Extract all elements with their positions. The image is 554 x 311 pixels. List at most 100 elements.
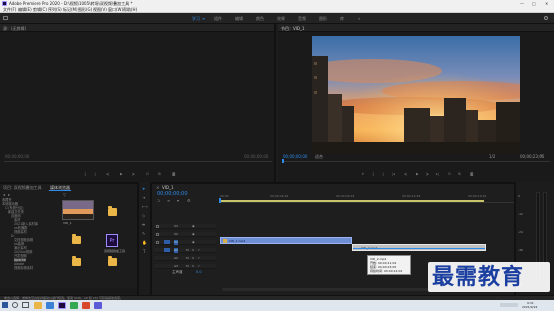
sequence-tab[interactable]: VID_1 [162,185,174,190]
track-header-v3[interactable]: V3 ◉ [154,224,216,229]
menu-clip[interactable]: 剪辑(C) [33,7,47,12]
track-select-tool-icon[interactable]: ⇥ [142,196,145,200]
fit-dropdown[interactable]: 适合 [315,154,323,159]
playhead-marker[interactable] [282,159,284,163]
slip-tool-icon[interactable]: ⇼ [142,223,145,227]
step-back-icon[interactable]: ◂| [404,172,407,176]
eye-icon[interactable]: ◉ [192,224,195,229]
quality-dropdown[interactable]: 1/2 [489,154,495,159]
selection-tool-icon[interactable]: ➤ [142,187,145,191]
file-explorer-icon[interactable] [34,302,42,309]
mic-icon[interactable]: ♪ [198,264,200,269]
folder-icon[interactable] [72,234,81,244]
export-frame-icon[interactable]: ◙ [172,172,175,176]
workspace-more-icon[interactable]: » [358,16,360,21]
eye-icon[interactable]: ◉ [192,240,195,245]
source-patch-a1[interactable] [164,248,170,252]
workspace-learning[interactable]: 学习 [192,16,200,22]
mark-in-icon[interactable]: { [84,172,86,176]
program-monitor-tab[interactable]: 节目：VID_1 [281,26,305,31]
solo-button[interactable]: S [192,256,194,261]
forward-icon[interactable]: ▸ [8,193,10,197]
work-area-bar[interactable] [219,200,484,202]
back-icon[interactable]: ◂ [3,193,5,197]
add-marker-icon[interactable]: ▾ [177,199,179,203]
menu-graphics[interactable]: 图形(G) [78,7,92,12]
windows-start-icon[interactable] [2,302,8,308]
master-volume-value[interactable]: 0.0 [196,270,202,275]
workspace-effects[interactable]: 效果 [277,16,285,22]
search-taskbar-icon[interactable] [12,302,18,308]
step-forward-icon[interactable]: |▸ [132,172,135,176]
extract-icon[interactable]: ⊞ [458,172,461,176]
tree-item[interactable]: 视频剪辑素材 [14,266,33,270]
pen-tool-icon[interactable]: ✎ [142,232,145,236]
play-icon[interactable]: ▶ [416,172,419,176]
menu-help[interactable]: 帮助(H) [123,7,137,12]
workspace-graphics[interactable]: 图形 [319,16,327,22]
track-header-a1[interactable]: A1 M S ♪ [154,248,216,253]
mute-button[interactable]: M [186,248,189,253]
mute-button[interactable]: M [186,264,189,269]
menu-file[interactable]: 文件(F) [3,7,16,12]
source-scrubber[interactable] [4,161,272,162]
home-icon[interactable] [3,16,8,20]
minimize-button[interactable]: — [520,1,524,6]
workspace-color[interactable]: 颜色 [256,16,264,22]
mic-icon[interactable]: ♪ [198,256,200,261]
folder-icon[interactable] [72,256,81,266]
tray-icons[interactable] [500,303,518,307]
browser-icon[interactable] [46,302,54,309]
track-header-a2[interactable]: A2 M S ♪ [154,256,216,261]
mic-icon[interactable]: ♪ [198,248,200,253]
program-scrubber[interactable] [282,161,550,162]
tree-item[interactable]: 视频素材 [14,230,27,234]
search-icon[interactable] [544,16,548,20]
workspace-audio[interactable]: 音频 [298,16,306,22]
playhead[interactable] [219,198,221,203]
source-patch-v1[interactable] [164,240,170,244]
chat-app-icon[interactable] [70,302,78,309]
snap-icon[interactable]: ⊃ [157,199,160,203]
menu-sequence[interactable]: 序列(S) [48,7,62,12]
camera-icon[interactable]: ◙ [470,172,473,176]
lift-icon[interactable]: ⊡ [448,172,451,176]
close-sequence-icon[interactable]: ✕ [156,185,159,190]
media-app-icon[interactable] [82,302,90,309]
filter-icon[interactable]: ▽ [63,193,66,197]
timeline-settings-icon[interactable]: ⚙ [187,199,191,203]
solo-button[interactable]: S [192,248,194,253]
close-button[interactable]: ✕ [545,1,548,6]
folder-icon[interactable] [108,256,117,266]
menu-marker[interactable]: 标记(M) [63,7,78,12]
go-to-out-icon[interactable]: ▸| [436,172,439,176]
settings-wrench-icon[interactable]: ⚙ [540,154,543,158]
task-view-icon[interactable] [22,302,29,308]
razor-tool-icon[interactable]: ◇ [142,214,145,218]
linked-selection-icon[interactable]: ∞ [167,199,170,203]
app-icon[interactable] [94,302,102,309]
menu-view[interactable]: 视图(V) [93,7,107,12]
marker-icon[interactable]: ▾ [362,172,364,176]
workspace-assembly[interactable]: 组件 [214,16,222,22]
ripple-edit-tool-icon[interactable]: ⟷ [142,205,148,209]
timeline-ruler[interactable]: 00;00 00;00;04;29 00;00;09;29 00;00;14;2… [219,193,514,203]
clip-vid2[interactable]: VID_2.mp4 [352,244,486,251]
step-back-icon[interactable]: ◂| [106,172,109,176]
track-header-v1[interactable]: V1 ◉ [154,240,216,245]
track-header-v2[interactable]: V2 ◉ [154,232,216,237]
lock-icon[interactable] [156,225,159,228]
go-to-in-icon[interactable]: |◂ [392,172,395,176]
project-tab[interactable]: 项目: 双视频叠加工具 [3,185,42,190]
maximize-button[interactable]: □ [532,1,536,6]
menu-edit[interactable]: 编辑(E) [18,7,32,12]
overwrite-icon[interactable]: ⊞ [158,172,161,176]
mark-out-icon[interactable]: } [94,172,96,176]
menu-window[interactable]: 窗口(W) [108,7,123,12]
clip-thumbnail[interactable] [62,200,94,220]
track-header-a3[interactable]: A3 M S ♪ [154,264,216,269]
step-forward-icon[interactable]: |▸ [426,172,429,176]
mark-out-icon[interactable]: } [382,172,384,176]
insert-icon[interactable]: ⊡ [146,172,149,176]
workspace-libraries[interactable]: 库 [340,16,344,22]
